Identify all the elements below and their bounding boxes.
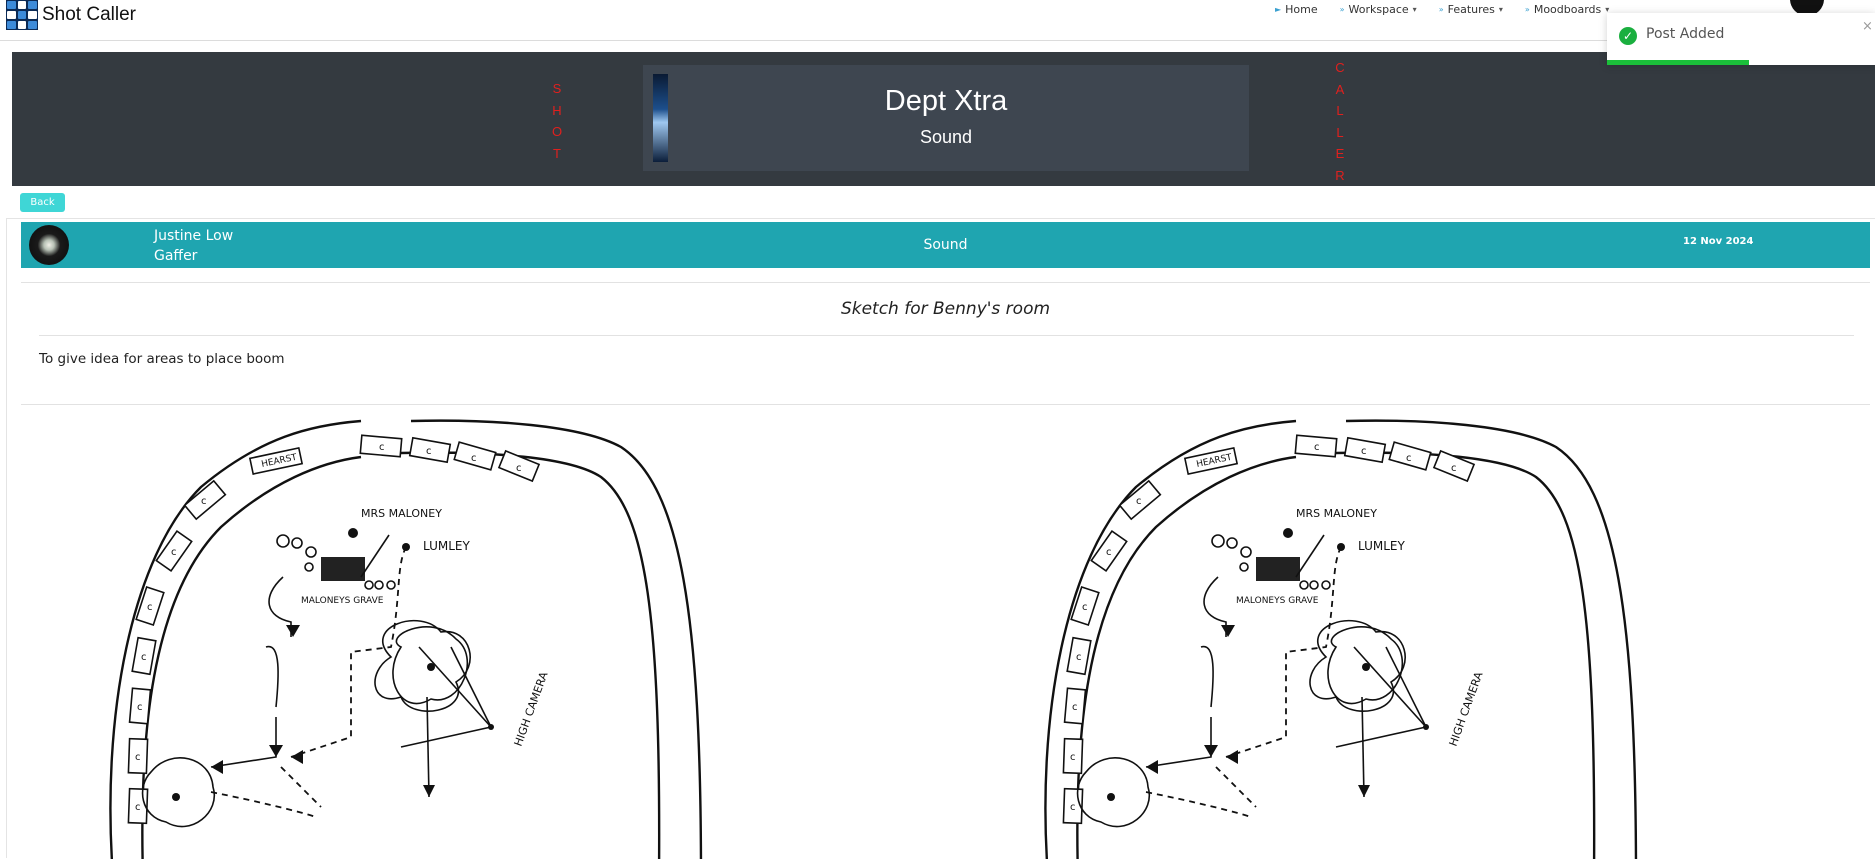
app-logo-icon (6, 0, 38, 30)
high-camera-label: HIGH CAMERA (1447, 670, 1486, 748)
sketch-image-2[interactable]: c c c c c c c c c c c HEARST MRS MALONEY… (996, 417, 1716, 859)
svg-text:c: c (135, 802, 141, 813)
nav-item-moodboards[interactable]: » Moodboards ▾ (1525, 3, 1609, 16)
lumley-label: LUMLEY (423, 539, 470, 553)
vertical-text-shot: SHOT (551, 81, 563, 161)
post-card: Justine Low Gaffer Sound 12 Nov 2024 Ske… (6, 218, 1875, 859)
nav-menu: ► Home » Workspace ▾ » Features ▾ » Mood… (1275, 3, 1609, 16)
svg-text:c: c (516, 463, 522, 474)
chevron-down-icon: ▾ (1412, 5, 1417, 14)
svg-text:c: c (1082, 602, 1088, 613)
svg-text:c: c (1361, 446, 1367, 457)
top-navbar: Shot Caller ► Home » Workspace ▾ » Featu… (0, 0, 1875, 41)
chevron-down-icon: ▾ (1498, 5, 1503, 14)
bullet-icon: » (1438, 5, 1444, 14)
hero-subtitle: Sound (919, 127, 973, 147)
svg-text:c: c (201, 496, 207, 507)
success-toast[interactable]: ✓ Post Added × (1607, 13, 1875, 65)
divider (21, 282, 1870, 283)
post-title: Sketch for Benny's room (840, 299, 1051, 319)
svg-text:c: c (171, 547, 177, 558)
maloneys-grave-label: MALONEYS GRAVE (1236, 596, 1319, 606)
svg-text:c: c (1314, 442, 1320, 453)
svg-text:c: c (1076, 652, 1082, 663)
nav-item-label: Home (1285, 3, 1318, 16)
divider (21, 404, 1870, 405)
svg-text:c: c (137, 702, 143, 713)
check-circle-icon: ✓ (1619, 27, 1637, 45)
toast-progress-bar (1607, 60, 1750, 65)
sketch-image-1[interactable]: c c c c c c c c c c c HEARST MRS MALONEY… (61, 417, 781, 859)
post-date: 12 Nov 2024 (1683, 236, 1754, 247)
bullet-icon: » (1339, 5, 1345, 14)
svg-text:c: c (1070, 802, 1076, 813)
nav-item-label: Workspace (1348, 3, 1409, 16)
hero-title: Dept Xtra (884, 85, 1008, 117)
svg-text:c: c (135, 752, 141, 763)
nav-item-label: Moodboards (1533, 3, 1602, 16)
bullet-icon: » (1524, 5, 1530, 14)
maloneys-grave-label: MALONEYS GRAVE (301, 596, 384, 606)
nav-item-workspace[interactable]: » Workspace ▾ (1340, 3, 1417, 16)
svg-text:c: c (1070, 752, 1076, 763)
high-camera-label: HIGH CAMERA (512, 670, 551, 748)
svg-text:c: c (1136, 496, 1142, 507)
divider (39, 335, 1854, 336)
nav-item-label: Features (1447, 3, 1495, 16)
mrs-maloney-label: MRS MALONEY (1296, 507, 1377, 520)
svg-text:c: c (1451, 463, 1457, 474)
toast-message: Post Added (1646, 26, 1725, 42)
post-images: c c c c c c c c c c c HEARST MRS MALONEY… (21, 417, 1870, 859)
svg-text:c: c (1106, 547, 1112, 558)
svg-text:c: c (147, 602, 153, 613)
back-button[interactable]: Back (20, 193, 65, 212)
brand[interactable]: Shot Caller (6, 0, 136, 30)
close-icon[interactable]: × (1862, 19, 1873, 34)
post-department: Sound (923, 237, 968, 253)
post-header: Justine Low Gaffer Sound 12 Nov 2024 (21, 222, 1870, 268)
post-body: To give idea for areas to place boom (39, 351, 285, 367)
vertical-text-caller: CALLER (1335, 60, 1345, 183)
app-name: Shot Caller (42, 4, 136, 25)
mrs-maloney-label: MRS MALONEY (361, 507, 442, 520)
svg-text:c: c (1072, 702, 1078, 713)
svg-text:c: c (426, 446, 432, 457)
department-hero: SHOT Dept Xtra Sound CALLER (12, 52, 1875, 186)
hero-card: Dept Xtra Sound (643, 65, 1249, 171)
svg-text:c: c (141, 652, 147, 663)
chair-label: c (379, 442, 385, 453)
nav-item-home[interactable]: ► Home (1275, 3, 1318, 16)
nav-item-features[interactable]: » Features ▾ (1439, 3, 1503, 16)
svg-text:c: c (471, 453, 477, 464)
bullet-icon: ► (1275, 5, 1282, 14)
lumley-label: LUMLEY (1358, 539, 1405, 553)
svg-text:c: c (1406, 453, 1412, 464)
